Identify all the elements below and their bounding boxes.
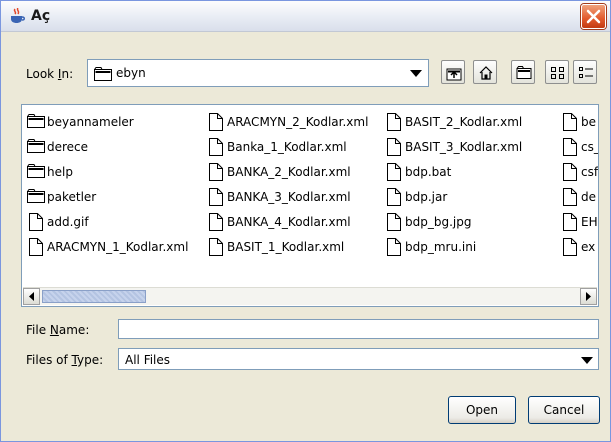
file-icon	[563, 213, 577, 231]
item-label: ex	[581, 240, 596, 254]
files-of-type-label: Files of Type:	[26, 353, 104, 367]
look-in-value: ebyn	[116, 66, 146, 80]
item-label: BANKA_4_Kodlar.xml	[227, 215, 351, 229]
chevron-down-icon[interactable]	[408, 65, 424, 81]
item-label: add.gif	[47, 215, 89, 229]
file-icon	[209, 213, 223, 231]
file-icon	[209, 188, 223, 206]
chevron-down-icon[interactable]	[580, 353, 594, 367]
file-icon	[387, 188, 401, 206]
file-icon	[563, 163, 577, 181]
item-label: BANKA_2_Kodlar.xml	[227, 165, 351, 179]
item-label: bdp_bg.jpg	[405, 215, 472, 229]
item-label: BASIT_1_Kodlar.xml	[227, 240, 345, 254]
file-icon	[387, 138, 401, 156]
item-label: ARACMYN_1_Kodlar.xml	[47, 240, 189, 254]
file-icon	[29, 238, 43, 256]
title-bar: Aç	[1, 1, 610, 32]
file-icon	[563, 188, 577, 206]
close-icon	[586, 9, 601, 24]
item-label: csf	[581, 165, 599, 179]
item-label: cs_	[581, 140, 599, 154]
open-button[interactable]: Open	[448, 396, 516, 424]
item-label: help	[47, 165, 73, 179]
item-label: BASIT_3_Kodlar.xml	[405, 140, 523, 154]
up-folder-button[interactable]	[441, 60, 465, 84]
home-icon	[479, 66, 493, 80]
new-folder-icon	[516, 66, 532, 79]
folder-icon	[94, 67, 112, 81]
java-cup-icon	[11, 8, 25, 23]
item-label: BASIT_2_Kodlar.xml	[405, 115, 523, 129]
item-label: derece	[47, 140, 89, 154]
scroll-right-button[interactable]	[580, 288, 597, 305]
folder-icon	[27, 164, 45, 178]
item-label: bdp.jar	[405, 190, 448, 204]
item-label: bdp.bat	[405, 165, 452, 179]
file-icon	[563, 238, 577, 256]
files-of-type-value: All Files	[125, 353, 171, 367]
item-label: BANKA_3_Kodlar.xml	[227, 190, 351, 204]
details-view-button[interactable]	[573, 60, 597, 84]
list-view-button[interactable]	[545, 60, 569, 84]
window-title: Aç	[31, 8, 51, 24]
files-of-type-combo[interactable]: All Files	[118, 348, 599, 370]
item-label: bdp_mru.ini	[405, 240, 477, 254]
look-in-combo[interactable]: ebyn	[87, 59, 429, 87]
file-list[interactable]: beyannameler derece help paketler add.gif ARA…	[21, 104, 599, 307]
scroll-thumb[interactable]	[42, 290, 146, 303]
horizontal-scrollbar[interactable]	[23, 287, 597, 305]
scroll-left-button[interactable]	[23, 288, 40, 305]
close-button[interactable]	[581, 4, 606, 29]
details-view-icon	[579, 67, 593, 78]
list-view-icon	[551, 67, 564, 79]
file-icon	[563, 113, 577, 131]
item-label: be	[581, 115, 596, 129]
look-in-label: Look In:	[26, 67, 74, 81]
open-dialog: Aç Look In: ebyn beyannameler derece hel…	[0, 0, 611, 442]
up-folder-icon	[446, 68, 462, 81]
file-name-label: File Name:	[26, 323, 90, 337]
file-icon	[209, 163, 223, 181]
file-icon	[209, 238, 223, 256]
folder-icon	[27, 114, 45, 128]
file-icon	[209, 138, 223, 156]
folder-icon	[27, 189, 45, 203]
file-icon	[209, 113, 223, 131]
item-label: paketler	[47, 190, 97, 204]
item-label: beyannameler	[47, 115, 134, 129]
arrow-right-icon	[586, 292, 591, 301]
arrow-left-icon	[29, 292, 34, 301]
file-icon	[387, 238, 401, 256]
file-icon	[387, 113, 401, 131]
cancel-button[interactable]: Cancel	[528, 396, 600, 424]
file-icon	[29, 213, 43, 231]
home-button[interactable]	[473, 60, 497, 84]
file-icon	[387, 163, 401, 181]
file-name-input[interactable]	[118, 319, 599, 339]
file-icon	[563, 138, 577, 156]
item-label: EH	[581, 215, 598, 229]
new-folder-button[interactable]	[511, 60, 535, 84]
item-label: Banka_1_Kodlar.xml	[227, 140, 347, 154]
folder-icon	[27, 139, 45, 153]
file-icon	[387, 213, 401, 231]
item-label: de	[581, 190, 596, 204]
item-label: ARACMYN_2_Kodlar.xml	[227, 115, 369, 129]
